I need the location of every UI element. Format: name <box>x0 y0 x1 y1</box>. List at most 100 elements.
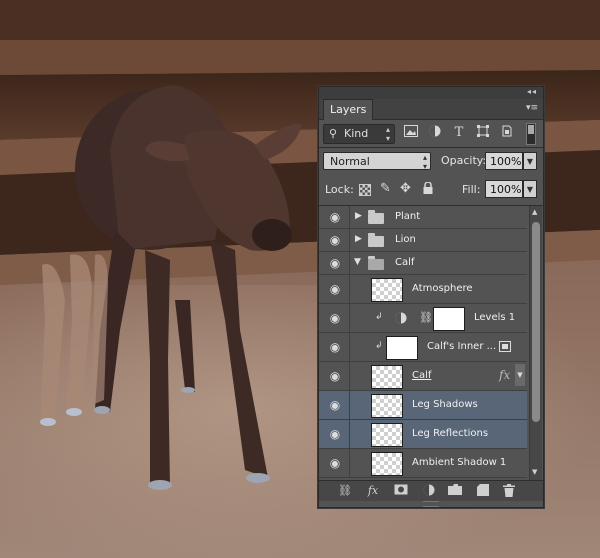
eye-icon[interactable]: ◉ <box>325 282 345 296</box>
opacity-input[interactable]: 100% <box>485 152 523 170</box>
expand-triangle-icon[interactable]: ▶ <box>355 211 362 221</box>
resize-grip-icon[interactable] <box>423 501 439 507</box>
layer-row-calfs-inner[interactable]: ◉ ↲ Calf's Inner ... <box>319 333 527 362</box>
fx-icon[interactable]: fx <box>499 368 510 382</box>
lock-move-icon[interactable]: ✥ <box>400 181 411 196</box>
layer-thumbnail <box>371 423 403 447</box>
divider <box>349 362 350 390</box>
collapse-triangle-icon[interactable]: ▼ <box>354 257 361 267</box>
layer-row-leg-shadows[interactable]: ◉ Leg Shadows <box>319 391 527 420</box>
layer-name: Ambient Shadow 1 <box>412 457 507 468</box>
layer-name: Lion <box>395 234 416 245</box>
layer-name: Leg Reflections <box>412 428 489 439</box>
effects-toggle-icon[interactable]: ▼ <box>515 364 525 386</box>
filter-row: ⚲ Kind ▴ ▾ T <box>319 119 543 147</box>
fx-icon[interactable]: fx <box>365 484 381 498</box>
blend-mode-select[interactable]: Normal ▴ ▾ <box>323 152 431 171</box>
eye-icon[interactable]: ◉ <box>325 456 345 470</box>
scrollbar-thumb[interactable] <box>532 222 540 422</box>
panel-menu-icon[interactable]: ▾≡ <box>526 103 538 113</box>
layer-row-calf-group[interactable]: ◉ ▼ Calf <box>319 252 527 275</box>
layers-bottom-toolbar: ⛓ fx <box>319 480 543 501</box>
layers-list: ◉ ▶ Plant ◉ ▶ Lion ◉ ▼ Calf ◉ Atmosphere… <box>319 206 527 480</box>
clip-arrow-icon: ↲ <box>375 341 383 351</box>
lock-paint-brush-icon[interactable]: ✎ <box>380 181 391 196</box>
eye-icon[interactable]: ◉ <box>325 210 345 224</box>
chevron-updown-icon: ▴ ▾ <box>385 125 390 143</box>
fill-label: Fill: <box>462 183 481 196</box>
divider <box>349 206 350 228</box>
opacity-label: Opacity: <box>441 154 487 167</box>
chevron-updown-icon: ▴ ▾ <box>422 153 427 171</box>
adjustment-filter-icon[interactable] <box>427 125 443 141</box>
blend-row: Normal ▴ ▾ Opacity: 100% ▼ <box>319 148 543 176</box>
eye-icon[interactable]: ◉ <box>325 311 345 325</box>
chain-link-icon[interactable]: ⛓ <box>419 311 433 324</box>
search-icon: ⚲ <box>329 127 338 140</box>
layer-thumbnail <box>371 365 403 389</box>
new-group-icon[interactable] <box>447 484 463 498</box>
divider <box>349 449 350 477</box>
expand-triangle-icon[interactable]: ▶ <box>355 234 362 244</box>
fill-input[interactable]: 100% <box>485 180 523 198</box>
opacity-dropdown-icon[interactable]: ▼ <box>523 152 537 170</box>
eye-icon[interactable]: ◉ <box>325 369 345 383</box>
new-layer-icon[interactable] <box>475 484 491 498</box>
divider <box>349 391 350 419</box>
scroll-up-icon[interactable]: ▲ <box>532 208 537 216</box>
layer-thumbnail <box>371 278 403 302</box>
eye-icon[interactable]: ◉ <box>325 256 345 270</box>
layer-row-plant[interactable]: ◉ ▶ Plant <box>319 206 527 229</box>
smart-object-icon <box>499 341 511 355</box>
open-folder-icon <box>368 256 384 270</box>
image-filter-icon[interactable] <box>403 125 419 141</box>
panel-tab-row: Layers ▾≡ <box>319 99 543 120</box>
blend-mode-value: Normal <box>330 155 370 168</box>
layers-scrollbar[interactable]: ▲ ▼ <box>529 206 542 480</box>
layer-name: Levels 1 <box>474 312 516 323</box>
layer-name: Atmosphere <box>412 283 473 294</box>
tab-layers[interactable]: Layers <box>323 99 374 120</box>
clip-arrow-icon: ↲ <box>375 312 383 322</box>
trash-icon[interactable] <box>501 484 517 498</box>
divider <box>349 252 350 274</box>
adjustment-icon[interactable] <box>421 484 437 498</box>
lock-transparent-icon[interactable] <box>359 184 371 196</box>
shape-filter-icon[interactable] <box>475 125 491 141</box>
divider <box>349 333 350 361</box>
mask-icon[interactable] <box>393 484 409 498</box>
fill-dropdown-icon[interactable]: ▼ <box>523 180 537 198</box>
lock-label: Lock: <box>325 183 354 196</box>
eye-icon[interactable]: ◉ <box>325 427 345 441</box>
lock-all-icon[interactable] <box>423 181 433 197</box>
layer-name: Calf <box>412 370 432 381</box>
eye-icon[interactable]: ◉ <box>325 398 345 412</box>
smart-object-filter-icon[interactable] <box>499 125 515 141</box>
scroll-down-icon[interactable]: ▼ <box>532 468 537 476</box>
layer-row-ambient-shadow-1[interactable]: ◉ Ambient Shadow 1 <box>319 449 527 478</box>
divider <box>349 229 350 251</box>
layer-row-atmosphere[interactable]: ◉ Atmosphere <box>319 275 527 304</box>
filter-toggle-switch[interactable] <box>526 123 536 145</box>
type-filter-icon[interactable]: T <box>451 125 467 141</box>
filter-kind-label: Kind <box>344 127 369 140</box>
layer-row-lion[interactable]: ◉ ▶ Lion <box>319 229 527 252</box>
collapse-icon[interactable]: ◂◂ <box>527 87 537 96</box>
mask-thumbnail <box>433 307 465 331</box>
levels-adjustment-icon <box>395 312 407 327</box>
layer-thumbnail <box>386 336 418 360</box>
layer-thumbnail <box>371 394 403 418</box>
folder-icon <box>368 233 384 247</box>
folder-icon <box>368 210 384 224</box>
eye-icon[interactable]: ◉ <box>325 233 345 247</box>
layer-row-leg-reflections[interactable]: ◉ Leg Reflections <box>319 420 527 449</box>
layer-row-calf[interactable]: ◉ Calf fx ▼ <box>319 362 527 391</box>
link-layers-icon[interactable]: ⛓ <box>337 484 353 498</box>
filter-kind-select[interactable]: ⚲ Kind ▴ ▾ <box>323 124 395 144</box>
eye-icon[interactable]: ◉ <box>325 340 345 354</box>
divider <box>349 420 350 448</box>
layer-name: Leg Shadows <box>412 399 478 410</box>
layer-thumbnail <box>371 452 403 476</box>
layer-row-levels-1[interactable]: ◉ ↲ ⛓ Levels 1 <box>319 304 527 333</box>
lock-row: Lock: ✎ ✥ Fill: 100% ▼ <box>319 176 543 204</box>
